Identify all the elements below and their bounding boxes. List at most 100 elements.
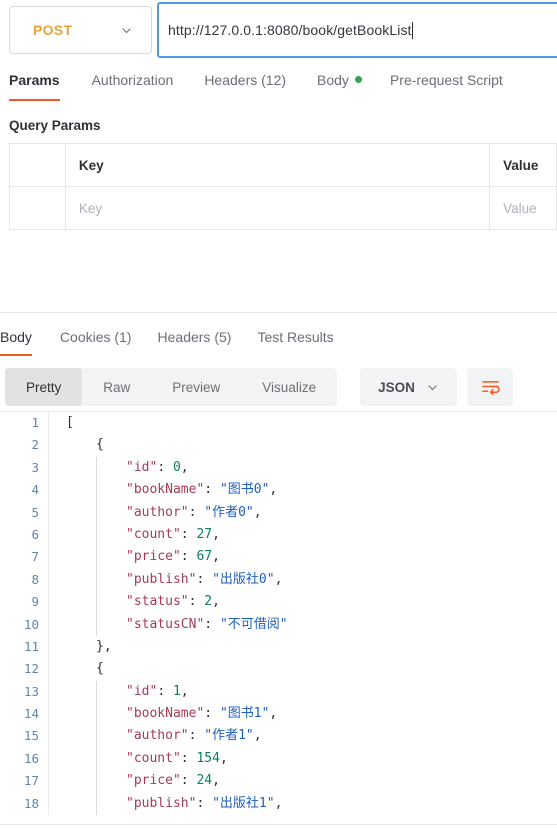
json-line: 5 "author": "作者0", [0,501,557,524]
json-line-content: { [48,434,557,457]
json-token: "count" [126,526,181,542]
request-tab-body-label: Body [317,72,349,88]
request-tab-authorization-label: Authorization [91,72,174,88]
json-line-content: "author": "作者1", [48,725,557,748]
json-line-content: { [48,658,557,681]
request-tab-pre-request-script-label: Pre-request Script [389,72,503,88]
url-input-wrapper[interactable]: http://127.0.0.1:8080/book/getBookList [157,2,557,58]
view-mode-segmented-control: Pretty Raw Preview Visualize [5,368,338,406]
line-number: 13 [23,683,39,699]
json-line-content: "bookName": "图书0", [48,479,557,502]
response-tab-headers[interactable]: Headers (5) [158,327,232,347]
view-mode-visualize[interactable]: Visualize [241,368,337,406]
wrap-lines-button[interactable] [467,368,513,406]
view-mode-pretty[interactable]: Pretty [5,368,83,406]
response-format-selector[interactable]: JSON [360,368,457,406]
line-number: 16 [23,750,39,766]
table-row[interactable]: Key Value [10,187,557,230]
json-token: , [212,526,220,542]
json-token: "图书0" [219,482,270,498]
response-tab-body-label: Body [0,329,32,345]
line-number: 12 [23,661,39,677]
json-line-content: }, [48,635,557,659]
http-method-selector[interactable]: POST [9,6,152,54]
request-tab-headers-label: Headers (12) [204,72,287,88]
response-tab-test-results[interactable]: Test Results [257,327,333,347]
row-key-cell[interactable]: Key [66,187,491,229]
json-line-content: "price": 24, [48,770,557,793]
request-tab-params[interactable]: Params [9,70,60,101]
json-token: "不可借阅" [219,616,288,632]
json-line: 15 "author": "作者1", [0,725,557,748]
json-token: "作者0" [204,504,254,520]
json-token: 1 [172,683,181,699]
json-line-content: "bookName": "图书1", [48,703,557,726]
text-cursor [411,21,413,39]
json-token: : [180,773,197,789]
view-mode-preview-label: Preview [172,379,221,395]
json-line: 1[ [0,412,557,435]
chevron-down-icon [426,381,439,394]
json-token: : [180,750,197,766]
request-tab-params-label: Params [9,72,60,88]
json-token: : [204,482,220,498]
pane-divider[interactable] [0,312,557,313]
json-token: "图书1" [219,706,270,722]
json-token: , [253,504,262,520]
url-input[interactable]: http://127.0.0.1:8080/book/getBookList [168,22,412,38]
json-token: "count" [126,750,181,766]
line-number: 10 [23,616,39,632]
request-tab-authorization[interactable]: Authorization [92,70,174,90]
request-tab-bar: Params Authorization Headers (12) Body P… [0,70,557,104]
json-token: "publish" [126,795,197,811]
json-line: 18 "publish": "出版社1", [0,792,557,816]
line-number: 3 [31,459,39,475]
json-line: 12 { [0,658,557,681]
json-line-content: "status": 2, [48,591,557,614]
viewer-bottom-rule [0,824,557,825]
line-number: 17 [23,773,39,789]
request-tab-pre-request-script[interactable]: Pre-request Script [390,70,503,90]
request-tab-body[interactable]: Body [317,70,362,90]
line-number: 1 [31,415,39,430]
json-token: , [269,482,278,498]
json-token: "bookName" [126,482,205,498]
json-token: "price" [126,549,181,565]
value-input[interactable]: Value [503,201,537,216]
response-tab-cookies[interactable]: Cookies (1) [60,327,132,347]
json-line: 4 "bookName": "图书0", [0,479,557,502]
json-token: : [180,526,197,542]
line-number: 6 [31,526,39,542]
json-line-content: "publish": "出版社0", [48,568,557,592]
header-value-cell: Value [490,144,557,186]
view-mode-visualize-label: Visualize [262,379,317,395]
row-value-cell[interactable]: Value [490,187,557,229]
json-line-content: "count": 27, [48,523,557,547]
json-line: 16 "count": 154, [0,747,557,771]
json-token: : [188,728,205,744]
key-input[interactable]: Key [79,201,102,216]
view-mode-preview[interactable]: Preview [151,368,241,406]
json-token: "id" [126,459,158,475]
response-body-json-viewer[interactable]: 1[2{3 "id": 0, 4 "bookName": "图书0", 5 "author… [0,412,557,824]
json-line-content: [ [48,412,557,435]
response-tab-body[interactable]: Body [0,327,32,356]
json-line-content: "id": 1, [48,680,557,704]
json-token: , [212,549,220,565]
json-line-content: "publish": "出版社1", [48,792,557,816]
json-token: , [180,459,189,475]
postman-request-response-pane: POST http://127.0.0.1:8080/book/getBookL… [0,0,557,829]
json-token: "price" [126,773,181,789]
json-token: [ [66,415,74,430]
json-line: 6 "count": 27, [0,523,557,547]
request-tab-headers[interactable]: Headers (12) [204,70,286,90]
view-mode-raw[interactable]: Raw [82,368,151,406]
chevron-down-icon [120,24,133,37]
json-line: 14 "bookName": "图书1", [0,703,557,726]
json-token: "statusCN" [126,616,205,632]
json-line-content: "count": 154, [48,747,557,771]
row-checkbox-cell[interactable] [10,187,66,229]
column-header-value: Value [503,157,539,173]
json-token: 24 [196,773,213,789]
json-token: : [196,795,213,811]
